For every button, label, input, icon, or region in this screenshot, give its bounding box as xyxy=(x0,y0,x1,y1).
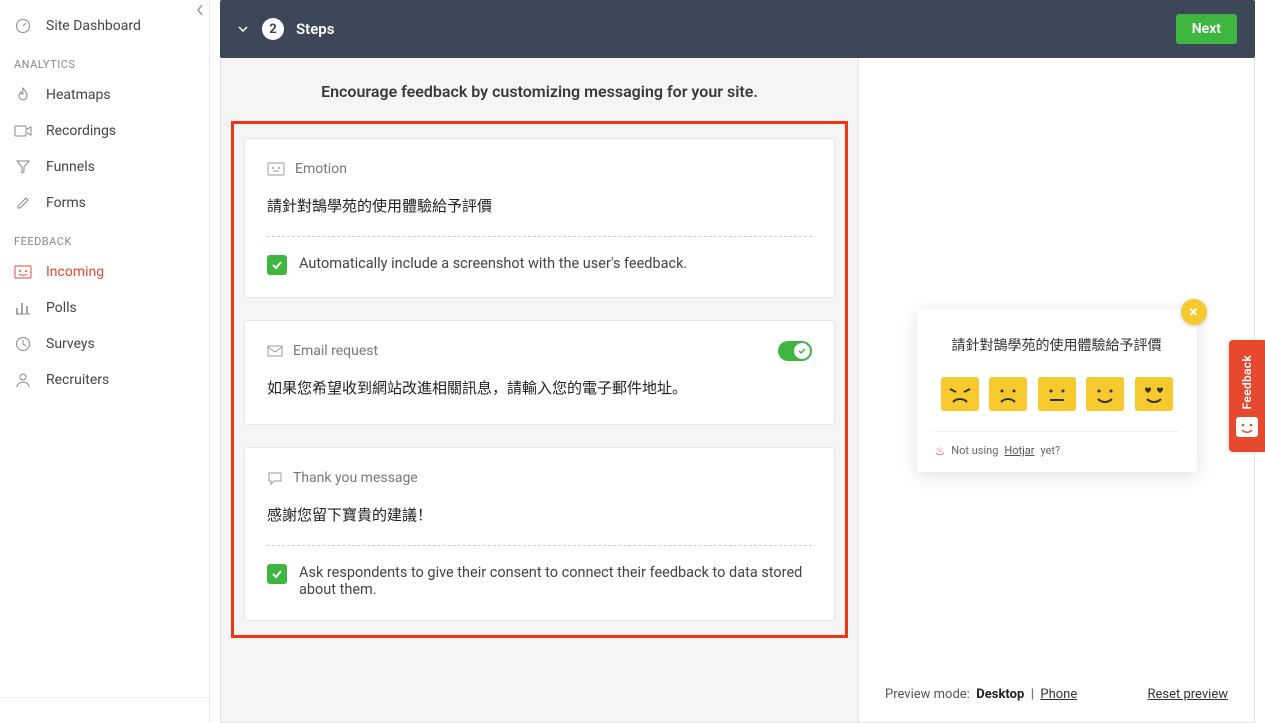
feedback-side-tab[interactable]: Feedback xyxy=(1229,340,1265,452)
gauge-icon xyxy=(14,18,32,34)
foot-post: yet? xyxy=(1040,444,1060,457)
separator: | xyxy=(1028,687,1041,702)
video-icon xyxy=(14,125,32,137)
preview-mode-bar: Preview mode: Desktop | Phone Reset prev… xyxy=(859,687,1254,702)
card-emotion: Emotion 請針對鵠學苑的使用體驗給予評價 Automatically in… xyxy=(244,138,835,298)
nav-label: Recruiters xyxy=(46,372,109,388)
config-panel: Encourage feedback by customizing messag… xyxy=(221,58,859,722)
clock-icon xyxy=(14,336,32,352)
nav-label: Recordings xyxy=(46,123,116,139)
funnel-icon xyxy=(14,159,32,175)
sidebar: Site Dashboard ANALYTICS Heatmaps Record… xyxy=(0,0,210,723)
emoji-row xyxy=(935,377,1179,431)
feedback-tab-label: Feedback xyxy=(1240,355,1254,409)
nav-polls[interactable]: Polls xyxy=(0,290,209,326)
card-label: Emotion xyxy=(295,161,347,177)
step-number: 2 xyxy=(262,18,284,40)
feedback-face-icon xyxy=(1236,417,1258,437)
content: Encourage feedback by customizing messag… xyxy=(220,58,1255,723)
mail-icon xyxy=(267,345,283,357)
nav-funnels[interactable]: Funnels xyxy=(0,149,209,185)
nav-label: Heatmaps xyxy=(46,87,111,103)
checkbox-screenshot[interactable] xyxy=(267,255,287,275)
main: 2 Steps Next Encourage feedback by custo… xyxy=(210,0,1265,723)
preview-widget: × 請針對鵠學苑的使用體驗給予評價 ♨ Not using Hotjar yet… xyxy=(917,309,1197,472)
checkbox-label: Automatically include a screenshot with … xyxy=(299,255,687,272)
mode-desktop[interactable]: Desktop xyxy=(976,687,1024,702)
foot-pre: Not using xyxy=(951,444,998,457)
card-email: Email request 如果您希望收到網站改進相關訊息，請輸入您的電子郵件地… xyxy=(244,320,835,425)
close-icon[interactable]: × xyxy=(1181,299,1207,325)
intro-text: Encourage feedback by customizing messag… xyxy=(221,82,858,101)
mode-label: Preview mode: xyxy=(885,687,970,702)
nav-label: Surveys xyxy=(46,336,95,352)
preview-title: 請針對鵠學苑的使用體驗給予評價 xyxy=(935,335,1179,355)
inbox-face-icon xyxy=(14,265,32,279)
emoji-angry[interactable] xyxy=(941,377,979,411)
card-label: Email request xyxy=(293,343,378,359)
card-label: Thank you message xyxy=(293,470,418,486)
step-title: Steps xyxy=(296,20,334,38)
reset-preview-link[interactable]: Reset preview xyxy=(1147,687,1228,702)
nav-recordings[interactable]: Recordings xyxy=(0,113,209,149)
emoji-sad[interactable] xyxy=(989,377,1027,411)
emotion-icon xyxy=(267,162,285,176)
nav-label: Forms xyxy=(46,195,86,211)
card-body[interactable]: 請針對鵠學苑的使用體驗給予評價 xyxy=(267,195,812,234)
emoji-neutral[interactable] xyxy=(1038,377,1076,411)
nav-recruiters[interactable]: Recruiters xyxy=(0,362,209,398)
checkbox-consent[interactable] xyxy=(267,564,287,584)
hotjar-flame-icon: ♨ xyxy=(935,444,946,458)
section-analytics: ANALYTICS xyxy=(0,44,209,77)
checkbox-label: Ask respondents to give their consent to… xyxy=(299,564,812,598)
nav-label: Site Dashboard xyxy=(46,18,141,34)
nav-forms[interactable]: Forms xyxy=(0,185,209,221)
toggle-email[interactable] xyxy=(778,341,812,361)
speech-icon xyxy=(267,471,283,485)
nav-heatmaps[interactable]: Heatmaps xyxy=(0,77,209,113)
next-button[interactable]: Next xyxy=(1176,14,1237,44)
step-header: 2 Steps Next xyxy=(220,0,1255,58)
card-body[interactable]: 如果您希望收到網站改進相關訊息，請輸入您的電子郵件地址。 xyxy=(267,377,812,402)
flame-icon xyxy=(14,87,32,103)
nav-incoming[interactable]: Incoming xyxy=(0,254,209,290)
sidebar-collapse-button[interactable] xyxy=(190,0,210,20)
preview-panel: × 請針對鵠學苑的使用體驗給予評價 ♨ Not using Hotjar yet… xyxy=(859,58,1254,722)
sidebar-footer xyxy=(0,697,209,723)
card-body[interactable]: 感謝您留下寶貴的建議！ xyxy=(267,504,812,543)
person-icon xyxy=(14,372,32,388)
nav-label: Funnels xyxy=(46,159,95,175)
bar-chart-icon xyxy=(14,301,32,315)
emoji-happy[interactable] xyxy=(1086,377,1124,411)
section-feedback: FEEDBACK xyxy=(0,221,209,254)
caret-down-icon[interactable] xyxy=(238,26,248,32)
preview-footer-text: ♨ Not using Hotjar yet? xyxy=(935,431,1179,458)
nav-site-dashboard[interactable]: Site Dashboard xyxy=(0,8,209,44)
mode-phone[interactable]: Phone xyxy=(1040,687,1077,702)
highlight-frame: Emotion 請針對鵠學苑的使用體驗給予評價 Automatically in… xyxy=(231,121,848,638)
card-thanks: Thank you message 感謝您留下寶貴的建議！ Ask respon… xyxy=(244,447,835,621)
nav-surveys[interactable]: Surveys xyxy=(0,326,209,362)
nav-label: Incoming xyxy=(46,264,104,280)
nav-label: Polls xyxy=(46,300,77,316)
emoji-love[interactable] xyxy=(1135,377,1173,411)
hotjar-link[interactable]: Hotjar xyxy=(1004,444,1034,457)
pencil-icon xyxy=(14,195,32,211)
